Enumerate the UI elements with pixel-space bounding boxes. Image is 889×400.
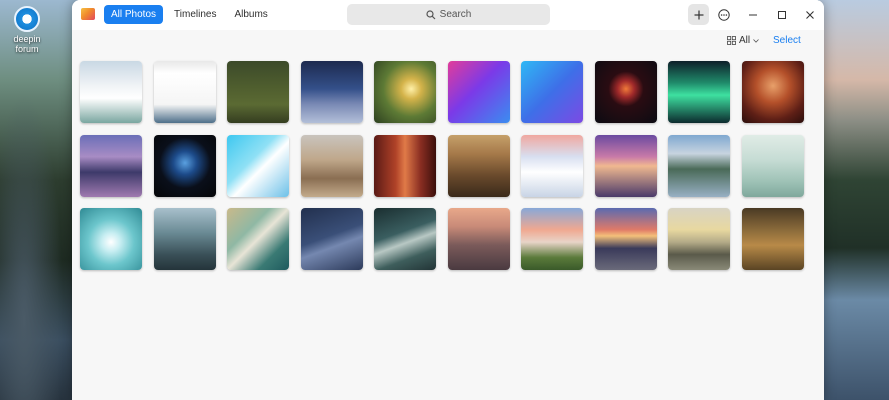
chevron-down-icon (753, 38, 759, 43)
search-input[interactable]: Search (347, 4, 550, 25)
photo-thumbnail[interactable] (741, 61, 804, 123)
tab-timelines[interactable]: Timelines (167, 5, 223, 24)
photo-thumbnail[interactable] (374, 134, 436, 197)
photo-thumbnail[interactable] (80, 61, 142, 123)
photo-thumbnail[interactable] (153, 208, 216, 270)
photo-thumbnail[interactable] (300, 208, 363, 270)
close-button[interactable] (799, 4, 820, 25)
photos-app-icon (81, 8, 95, 20)
photo-thumbnail[interactable] (300, 134, 363, 197)
photo-thumbnail[interactable] (153, 134, 216, 197)
photo-grid (80, 61, 804, 270)
maximize-button[interactable] (771, 4, 792, 25)
photo-thumbnail[interactable] (668, 208, 730, 270)
photo-thumbnail[interactable] (741, 208, 804, 270)
photo-thumbnail[interactable] (374, 61, 436, 123)
photo-thumbnail[interactable] (521, 208, 583, 270)
photo-thumbnail[interactable] (227, 61, 289, 123)
photo-thumbnail[interactable] (153, 61, 216, 123)
photo-thumbnail[interactable] (80, 208, 142, 270)
desktop-wallpaper-left (0, 0, 80, 400)
search-icon (426, 9, 436, 19)
photo-thumbnail[interactable] (521, 134, 583, 197)
grid-view-icon (727, 36, 736, 45)
desktop-shortcut-label: deepin forum (13, 34, 41, 54)
minimize-icon (748, 14, 757, 15)
gallery-toolbar: All Select (72, 32, 824, 52)
photo-thumbnail[interactable] (447, 61, 510, 123)
maximize-icon (777, 10, 786, 19)
photo-thumbnail[interactable] (594, 61, 657, 123)
desktop-wallpaper-right (819, 0, 889, 400)
tab-all-photos[interactable]: All Photos (104, 5, 164, 24)
photo-thumbnail[interactable] (447, 208, 510, 270)
photo-thumbnail[interactable] (227, 134, 289, 197)
photo-thumbnail[interactable] (300, 61, 363, 123)
photo-thumbnail[interactable] (594, 208, 657, 270)
photo-thumbnail[interactable] (447, 134, 510, 197)
main-menu-button[interactable] (713, 4, 734, 25)
photo-thumbnail[interactable] (80, 134, 142, 197)
photo-thumbnail[interactable] (668, 61, 730, 123)
view-tabs: All Photos Timelines Albums (104, 5, 275, 24)
plus-icon (694, 10, 703, 19)
title-bar: All Photos Timelines Albums Search (72, 0, 824, 30)
minimize-button[interactable] (742, 4, 763, 25)
photo-thumbnail[interactable] (668, 134, 730, 197)
view-filter-label: All (739, 35, 751, 46)
tab-albums[interactable]: Albums (227, 5, 274, 24)
deepin-logo-icon (14, 6, 40, 32)
photo-thumbnail[interactable] (227, 208, 289, 270)
search-placeholder: Search (439, 9, 472, 20)
add-photos-button[interactable] (688, 4, 709, 25)
photo-thumbnail[interactable] (594, 134, 657, 197)
photo-thumbnail[interactable] (374, 208, 436, 270)
more-options-icon (717, 8, 730, 21)
view-filter-dropdown[interactable]: All (727, 35, 759, 46)
photo-thumbnail[interactable] (741, 134, 804, 197)
photos-app-window: All Photos Timelines Albums Search All S… (72, 0, 824, 400)
desktop-shortcut-deepin-forum[interactable]: deepin forum (6, 6, 48, 54)
select-button[interactable]: Select (773, 35, 801, 46)
close-icon (805, 10, 814, 19)
photo-thumbnail[interactable] (521, 61, 583, 123)
